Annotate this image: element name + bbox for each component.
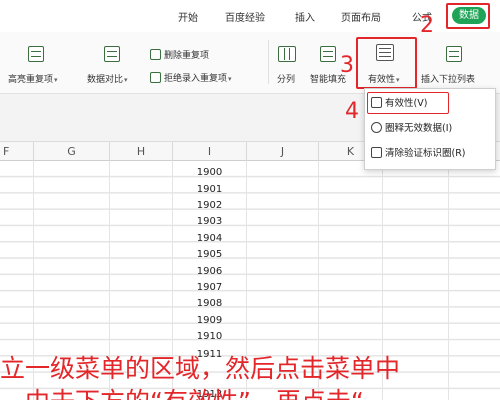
ribbon-divider: [268, 40, 269, 84]
remove-duplicates-label: 删除重复项: [164, 51, 210, 61]
data-compare-label: 数据对比: [87, 75, 124, 85]
reject-duplicates-label: 拒绝录入重复项: [164, 74, 228, 84]
split-columns-icon: [278, 46, 298, 64]
column-header-j[interactable]: J: [247, 142, 319, 161]
menu-insert[interactable]: 插入: [295, 9, 315, 24]
data-compare-icon: [104, 46, 124, 64]
table-cell[interactable]: 1908: [173, 296, 246, 312]
menu-item-circle-invalid-label: 圈释无效数据(I): [385, 123, 453, 134]
data-compare-button[interactable]: 数据对比▾: [87, 72, 128, 85]
clear-circles-icon: [371, 147, 382, 158]
menu-page-layout[interactable]: 页面布局: [341, 9, 381, 24]
highlight-duplicates-button[interactable]: 高亮重复项▾: [8, 72, 58, 85]
table-cell[interactable]: 1904: [173, 231, 246, 247]
table-cell[interactable]: 1907: [173, 280, 246, 296]
chevron-down-icon: ▾: [124, 76, 128, 84]
smart-fill-icon: [320, 46, 340, 64]
split-columns-button[interactable]: 分列: [277, 72, 295, 85]
table-cell[interactable]: 1903: [173, 214, 246, 230]
menu-item-circle-invalid[interactable]: 圈释无效数据(I): [371, 119, 452, 139]
annotation-box-validity-item: [367, 92, 449, 114]
insert-dropdown-list-label: 插入下拉列表: [421, 75, 476, 85]
annotation-step-2: 2: [420, 13, 434, 38]
column-header-f[interactable]: F: [0, 142, 34, 161]
menu-item-clear-circles-label: 清除验证标识圈(R): [385, 148, 466, 159]
menu-home[interactable]: 开始: [178, 9, 198, 24]
column-header-i[interactable]: I: [173, 142, 247, 161]
table-cell[interactable]: 1902: [173, 198, 246, 214]
caption-line-2: …中去下方的“有效性”，再点击“: [0, 382, 500, 400]
annotation-box-data-tab: [446, 3, 490, 29]
annotation-box-validity: [356, 37, 417, 89]
remove-duplicates-button[interactable]: 删除重复项: [150, 48, 209, 61]
menu-item-clear-circles[interactable]: 清除验证标识圈(R): [371, 144, 466, 164]
annotation-step-4: 4: [345, 99, 359, 124]
highlight-duplicates-label: 高亮重复项: [8, 75, 54, 85]
insert-dropdown-list-button[interactable]: 插入下拉列表: [421, 72, 475, 85]
chevron-down-icon: ▾: [228, 75, 232, 83]
table-cell[interactable]: 1905: [173, 247, 246, 263]
reject-duplicates-button[interactable]: 拒绝录入重复项▾: [150, 71, 232, 84]
table-cell[interactable]: 1901: [173, 182, 246, 198]
table-cell[interactable]: 1900: [173, 165, 246, 181]
insert-dropdown-list-icon: [446, 46, 466, 64]
table-cell[interactable]: 1906: [173, 264, 246, 280]
highlight-duplicates-icon: [28, 46, 48, 64]
split-columns-label: 分列: [277, 75, 296, 85]
column-header-g[interactable]: G: [34, 142, 110, 161]
remove-duplicates-icon: [150, 49, 161, 60]
column-header-h[interactable]: H: [110, 142, 173, 161]
reject-duplicates-icon: [150, 72, 161, 83]
chevron-down-icon: ▾: [54, 76, 58, 84]
table-cell[interactable]: 1910: [173, 329, 246, 345]
table-cell[interactable]: 1909: [173, 313, 246, 329]
menu-baidu-jingyan[interactable]: 百度经验: [225, 9, 265, 24]
annotation-step-3: 3: [340, 53, 354, 78]
caption-line-1: 立一级菜单的区域，然后点击菜单中: [0, 354, 401, 383]
circle-invalid-icon: [371, 122, 382, 133]
